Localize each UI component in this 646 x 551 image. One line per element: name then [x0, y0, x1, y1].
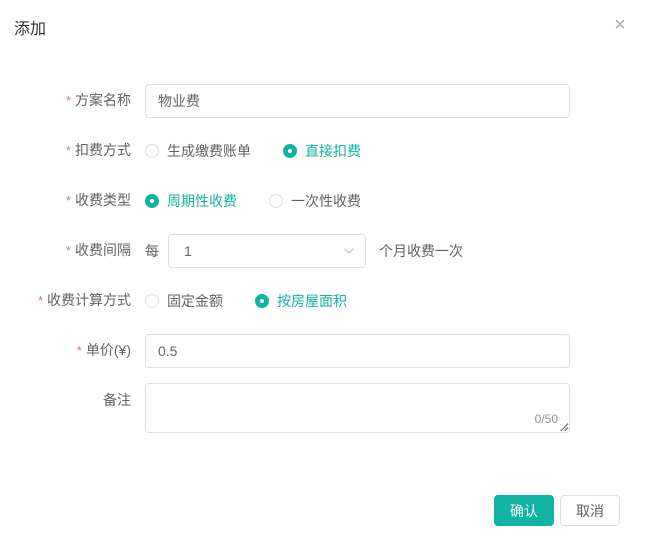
form-row-deduct-method: *扣费方式 生成缴费账单 直接扣费 [0, 133, 646, 168]
charge-type-label: *收费类型 [0, 183, 131, 218]
interval-select-value: 1 [184, 243, 192, 259]
radio-unselected-icon [145, 144, 159, 158]
form-row-charge-interval: *收费间隔 每 1 个月收费一次 [0, 233, 646, 268]
interval-select[interactable]: 1 [168, 234, 366, 268]
required-mark: * [66, 193, 71, 208]
form-row-charge-type: *收费类型 周期性收费 一次性收费 [0, 183, 646, 218]
interval-suffix-text: 个月收费一次 [379, 241, 463, 261]
deduct-method-label: *扣费方式 [0, 133, 131, 168]
form-row-remark: 备注 0/50 [0, 383, 646, 433]
unit-price-label: *单价(¥) [0, 333, 131, 368]
radio-selected-icon [255, 294, 269, 308]
required-mark: * [66, 243, 71, 258]
confirm-button[interactable]: 确认 [494, 495, 554, 526]
required-mark: * [38, 293, 43, 308]
charge-interval-label: *收费间隔 [0, 233, 131, 268]
radio-onetime-charge[interactable]: 一次性收费 [269, 191, 361, 211]
remark-textarea[interactable] [145, 383, 570, 433]
radio-periodic-charge[interactable]: 周期性收费 [145, 191, 237, 211]
form-row-unit-price: *单价(¥) [0, 333, 646, 368]
form-row-plan-name: *方案名称 [0, 83, 646, 118]
add-dialog: 添加 × *方案名称 *扣费方式 生成缴费账单 直接扣费 [0, 0, 646, 551]
radio-selected-icon [283, 144, 297, 158]
chevron-down-icon [343, 245, 355, 257]
add-form: *方案名称 *扣费方式 生成缴费账单 直接扣费 *收费类型 [0, 83, 646, 448]
required-mark: * [66, 93, 71, 108]
radio-label: 按房屋面积 [277, 291, 347, 311]
interval-prefix-text: 每 [145, 241, 159, 261]
radio-label: 直接扣费 [305, 141, 361, 161]
dialog-title: 添加 [14, 18, 46, 42]
required-mark: * [66, 143, 71, 158]
radio-fixed-amount[interactable]: 固定金额 [145, 291, 223, 311]
radio-selected-icon [145, 194, 159, 208]
radio-label: 周期性收费 [167, 191, 237, 211]
dialog-footer: 确认 取消 [494, 495, 620, 526]
cancel-button[interactable]: 取消 [560, 495, 620, 526]
radio-label: 固定金额 [167, 291, 223, 311]
radio-generate-bill[interactable]: 生成缴费账单 [145, 141, 251, 161]
radio-label: 生成缴费账单 [167, 141, 251, 161]
calc-method-label: *收费计算方式 [0, 283, 131, 318]
plan-name-input[interactable] [145, 84, 570, 118]
plan-name-label: *方案名称 [0, 83, 131, 118]
unit-price-input[interactable] [145, 334, 570, 368]
radio-unselected-icon [269, 194, 283, 208]
remark-label: 备注 [0, 383, 131, 410]
required-mark: * [77, 343, 82, 358]
radio-label: 一次性收费 [291, 191, 361, 211]
radio-unselected-icon [145, 294, 159, 308]
radio-direct-deduct[interactable]: 直接扣费 [283, 141, 361, 161]
close-icon[interactable]: × [608, 14, 632, 38]
form-row-calc-method: *收费计算方式 固定金额 按房屋面积 [0, 283, 646, 318]
radio-by-house-area[interactable]: 按房屋面积 [255, 291, 347, 311]
